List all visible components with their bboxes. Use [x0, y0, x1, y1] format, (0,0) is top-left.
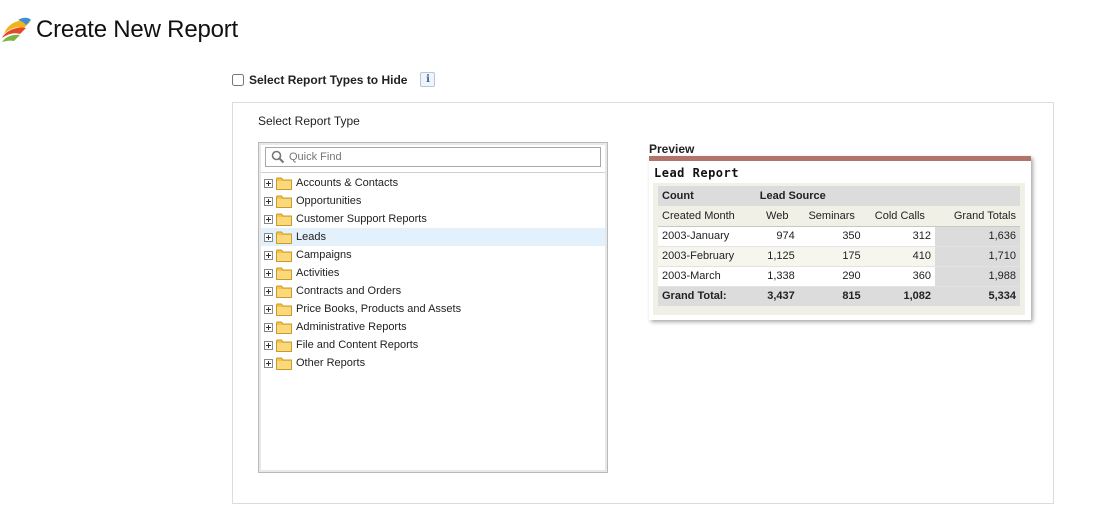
preview-cell: 360	[864, 266, 936, 287]
preview-row: 2003-January 974 350 312 1,636	[658, 226, 1020, 247]
preview-cell: 2003-February	[658, 246, 756, 267]
report-type-label: Opportunities	[296, 195, 362, 207]
preview-report-area: Count Lead Source Created Month Web Seminars…	[653, 183, 1025, 315]
preview-cell: Web	[755, 206, 799, 227]
report-type-panel: Select Report Type Accounts & Contacts Op…	[232, 102, 1054, 504]
quick-find-input[interactable]	[289, 151, 589, 163]
expand-icon[interactable]	[264, 322, 273, 332]
quick-find-box[interactable]	[265, 147, 601, 167]
preview-cell: Cold Calls	[864, 206, 936, 227]
report-type-label: Customer Support Reports	[296, 213, 427, 225]
report-type-label: Contracts and Orders	[296, 285, 402, 297]
preview-group-header: Count Lead Source	[658, 186, 1020, 206]
preview-cell: 2003-March	[658, 266, 756, 287]
report-type-item[interactable]: Activities	[261, 264, 605, 282]
preview-row: 2003-February 1,125 175 410 1,710	[658, 246, 1020, 267]
report-type-label: Leads	[296, 231, 326, 243]
report-type-item[interactable]: Price Books, Products and Assets	[261, 300, 605, 318]
preview-cell: 175	[798, 246, 865, 267]
preview-cell: 312	[864, 226, 936, 247]
folder-icon	[276, 213, 292, 226]
preview-cell: 1,338	[755, 266, 799, 287]
preview-cell: 5,334	[935, 285, 1020, 306]
report-type-item[interactable]: Customer Support Reports	[261, 210, 605, 228]
preview-cell: Grand Total:	[658, 285, 756, 306]
preview-cell: 1,988	[935, 266, 1020, 287]
hide-report-types-checkbox[interactable]	[232, 73, 244, 86]
expand-icon[interactable]	[264, 214, 273, 224]
preview-cell: 815	[798, 285, 865, 306]
report-type-item[interactable]: Contracts and Orders	[261, 282, 605, 300]
preview-count-label: Count	[658, 186, 756, 206]
preview-cell: 1,082	[864, 285, 936, 306]
reports-logo-icon	[2, 17, 31, 42]
info-icon[interactable]: i	[420, 72, 436, 87]
preview-group-label: Lead Source	[755, 186, 1020, 206]
folder-icon	[276, 303, 292, 316]
hide-report-types-row: Select Report Types to Hide i	[232, 72, 436, 87]
folder-icon	[276, 321, 292, 334]
report-type-label: Price Books, Products and Assets	[296, 303, 462, 315]
report-type-label: Campaigns	[296, 249, 352, 261]
report-type-item[interactable]: File and Content Reports	[261, 336, 605, 354]
folder-icon	[276, 357, 292, 370]
report-type-label: Activities	[296, 267, 340, 279]
preview-card: Lead Report Count Lead Source Created Mont…	[649, 156, 1031, 320]
expand-icon[interactable]	[264, 286, 273, 296]
preview-cell: 1,636	[935, 226, 1020, 247]
report-type-item[interactable]: Other Reports	[261, 354, 605, 372]
preview-column-header: Created Month Web Seminars Cold Calls Grand …	[658, 206, 1020, 227]
preview-cell: 1,710	[935, 246, 1020, 267]
preview-cell: Seminars	[798, 206, 865, 227]
expand-icon[interactable]	[264, 340, 273, 350]
page-header: Create New Report	[0, 10, 238, 50]
preview-cell: 1,125	[755, 246, 799, 267]
folder-icon	[276, 177, 292, 190]
preview-cell: Created Month	[658, 206, 756, 227]
hide-report-types-label[interactable]: Select Report Types to Hide	[249, 73, 407, 87]
report-type-item[interactable]: Administrative Reports	[261, 318, 605, 336]
preview-cell: 974	[755, 226, 799, 247]
expand-icon[interactable]	[264, 304, 273, 314]
create-report-page: Create New Report Select Report Types to…	[0, 0, 1109, 509]
preview-cell: 290	[798, 266, 865, 287]
folder-icon	[276, 339, 292, 352]
expand-icon[interactable]	[264, 250, 273, 260]
folder-icon	[276, 195, 292, 208]
expand-icon[interactable]	[264, 178, 273, 188]
report-type-label: Accounts & Contacts	[296, 177, 399, 189]
preview-cell: 350	[798, 226, 865, 247]
report-type-label: Administrative Reports	[296, 321, 407, 333]
report-type-label: File and Content Reports	[296, 339, 419, 351]
preview-cell: 410	[864, 246, 936, 267]
report-type-tree: Accounts & Contacts Opportunities Customer…	[258, 142, 608, 473]
preview-report-name: Lead Report	[654, 166, 739, 180]
tree-divider	[261, 172, 605, 173]
folder-icon	[276, 267, 292, 280]
report-type-label: Other Reports	[296, 357, 366, 369]
report-type-item[interactable]: Accounts & Contacts	[261, 174, 605, 192]
report-type-item[interactable]: Opportunities	[261, 192, 605, 210]
preview-total-row: Grand Total: 3,437 815 1,082 5,334	[658, 285, 1020, 306]
expand-icon[interactable]	[264, 196, 273, 206]
preview-row: 2003-March 1,338 290 360 1,988	[658, 266, 1020, 287]
search-icon	[271, 150, 285, 164]
expand-icon[interactable]	[264, 358, 273, 368]
folder-icon	[276, 231, 292, 244]
report-type-list: Accounts & Contacts Opportunities Customer…	[261, 174, 605, 372]
preview-table: Count Lead Source Created Month Web Seminars…	[658, 186, 1020, 306]
select-report-type-label: Select Report Type	[258, 114, 360, 128]
preview-cell: 2003-January	[658, 226, 756, 247]
page-title: Create New Report	[36, 16, 239, 43]
preview-cell: Grand Totals	[935, 206, 1020, 227]
report-type-item[interactable]: Campaigns	[261, 246, 605, 264]
preview-title: Preview	[649, 142, 695, 156]
folder-icon	[276, 249, 292, 262]
preview-cell: 3,437	[755, 285, 799, 306]
expand-icon[interactable]	[264, 232, 273, 242]
folder-icon	[276, 285, 292, 298]
expand-icon[interactable]	[264, 268, 273, 278]
report-type-item[interactable]: Leads	[261, 228, 605, 246]
